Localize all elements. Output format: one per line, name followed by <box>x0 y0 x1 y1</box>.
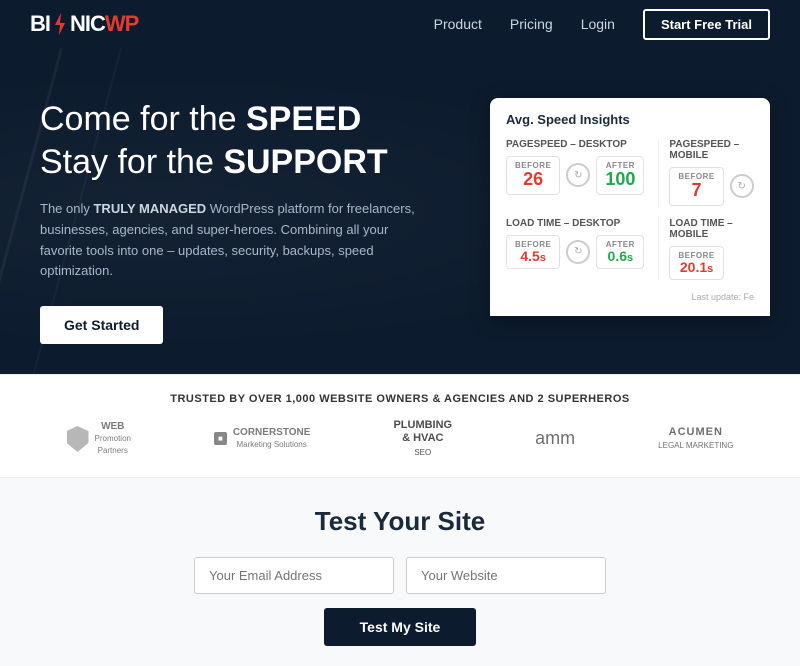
speed-arrow-icon: ↻ <box>566 163 590 187</box>
test-inputs-row <box>30 557 770 594</box>
logo[interactable]: BI NICWP <box>30 11 138 37</box>
acumen-text: ACUMENLEGAL MARKETING <box>658 426 733 452</box>
loadtime-mobile-before-val: 20.1s <box>678 260 714 275</box>
speed-card: Avg. Speed Insights PageSpeed – Desktop … <box>490 98 770 316</box>
hero-left: Come for the SPEED Stay for the SUPPORT … <box>40 88 470 344</box>
desktop-before-box: BEFORE 26 <box>506 156 560 195</box>
trusted-text: TRUSTED BY OVER 1,000 WEBSITE OWNERS & A… <box>30 393 770 405</box>
logo-wp: WP <box>105 11 138 37</box>
logo-acumen: ACUMENLEGAL MARKETING <box>658 426 733 452</box>
loadtime-desktop-before-val: 4.5s <box>515 249 551 264</box>
trusted-logos: WEBPromotionPartners ■ CORNERSTONEMarket… <box>30 419 770 459</box>
pagespeed-mobile-section: PageSpeed – Mobile BEFORE 7 ↻ <box>658 139 754 206</box>
speed-arrow-icon-2: ↻ <box>730 174 754 198</box>
hero-section: Come for the SPEED Stay for the SUPPORT … <box>0 48 800 374</box>
logo-text: BI <box>30 11 50 37</box>
cornerstone-box-icon: ■ <box>214 432 227 445</box>
pagespeed-mobile-row: BEFORE 7 ↻ <box>669 167 754 206</box>
logo-cornerstone: ■ CORNERSTONEMarketing Solutions <box>214 427 310 451</box>
logo-plumbing: PLUMBING& HVACSEO <box>393 419 452 459</box>
logo-amm: amm <box>535 428 575 450</box>
speed-card-title: Avg. Speed Insights <box>506 112 754 127</box>
hero-subtitle: The only TRULY MANAGED WordPress platfor… <box>40 199 420 282</box>
pagespeed-desktop-label: PageSpeed – Desktop <box>506 139 644 150</box>
hero-title: Come for the SPEED Stay for the SUPPORT <box>40 98 470 183</box>
web-promotion-text: WEBPromotionPartners <box>95 421 131 457</box>
loadtime-desktop-label: Load Time – Desktop <box>506 218 644 229</box>
nav-product[interactable]: Product <box>434 16 482 32</box>
start-free-trial-button[interactable]: Start Free Trial <box>643 9 770 40</box>
test-your-site-section: Test Your Site Test My Site <box>0 477 800 666</box>
loadtime-desktop-before-box: BEFORE 4.5s <box>506 235 560 269</box>
loadtime-mobile-section: Load Time – Mobile BEFORE 20.1s <box>658 218 754 280</box>
logo-text2: NIC <box>70 11 105 37</box>
pagespeed-desktop-section: PageSpeed – Desktop BEFORE 26 ↻ AFTER 10… <box>506 139 644 206</box>
loadtime-mobile-before-box: BEFORE 20.1s <box>669 246 723 280</box>
speed-arrow-icon-3: ↻ <box>566 240 590 264</box>
cornerstone-text: CORNERSTONEMarketing Solutions <box>233 427 311 451</box>
loadtime-desktop-after-box: AFTER 0.6s <box>596 235 644 269</box>
amm-text: amm <box>535 428 575 450</box>
desktop-after-val: 100 <box>605 170 635 190</box>
loadtime-mobile-row: BEFORE 20.1s <box>669 246 754 280</box>
pagespeed-desktop-row: BEFORE 26 ↻ AFTER 100 <box>506 156 644 195</box>
get-started-button[interactable]: Get Started <box>40 306 163 344</box>
website-input[interactable] <box>406 557 606 594</box>
navbar: BI NICWP Product Pricing Login Start Fre… <box>0 0 800 48</box>
logo-bolt-icon <box>51 13 69 35</box>
nav-login[interactable]: Login <box>581 16 615 32</box>
hero-title-line2: Stay for the SUPPORT <box>40 143 388 181</box>
web-promotion-shield-icon <box>67 426 89 452</box>
test-my-site-button[interactable]: Test My Site <box>324 608 477 646</box>
hero-speed-word: SPEED <box>246 100 361 138</box>
hero-title-line1: Come for the SPEED <box>40 100 361 138</box>
pagespeed-mobile-label: PageSpeed – Mobile <box>669 139 754 161</box>
logo-web-promotion: WEBPromotionPartners <box>67 421 131 457</box>
speed-last-update: Last update: Fe <box>506 292 754 302</box>
email-input[interactable] <box>194 557 394 594</box>
hero-support-word: SUPPORT <box>223 143 387 181</box>
loadtime-desktop-after-val: 0.6s <box>605 249 635 264</box>
test-section-title: Test Your Site <box>30 506 770 537</box>
desktop-before-val: 26 <box>515 170 551 190</box>
loadtime-desktop-row: BEFORE 4.5s ↻ AFTER 0.6s <box>506 235 644 269</box>
mobile-before-box: BEFORE 7 <box>669 167 723 206</box>
loadtime-desktop-section: Load Time – Desktop BEFORE 4.5s ↻ AFTER … <box>506 218 644 280</box>
loadtime-mobile-label: Load Time – Mobile <box>669 218 754 240</box>
nav-pricing[interactable]: Pricing <box>510 16 553 32</box>
desktop-after-box: AFTER 100 <box>596 156 644 195</box>
mobile-before-val: 7 <box>678 181 714 201</box>
plumbing-text: PLUMBING& HVACSEO <box>393 419 452 459</box>
nav-links: Product Pricing Login Start Free Trial <box>434 9 770 40</box>
trusted-section: TRUSTED BY OVER 1,000 WEBSITE OWNERS & A… <box>0 374 800 477</box>
